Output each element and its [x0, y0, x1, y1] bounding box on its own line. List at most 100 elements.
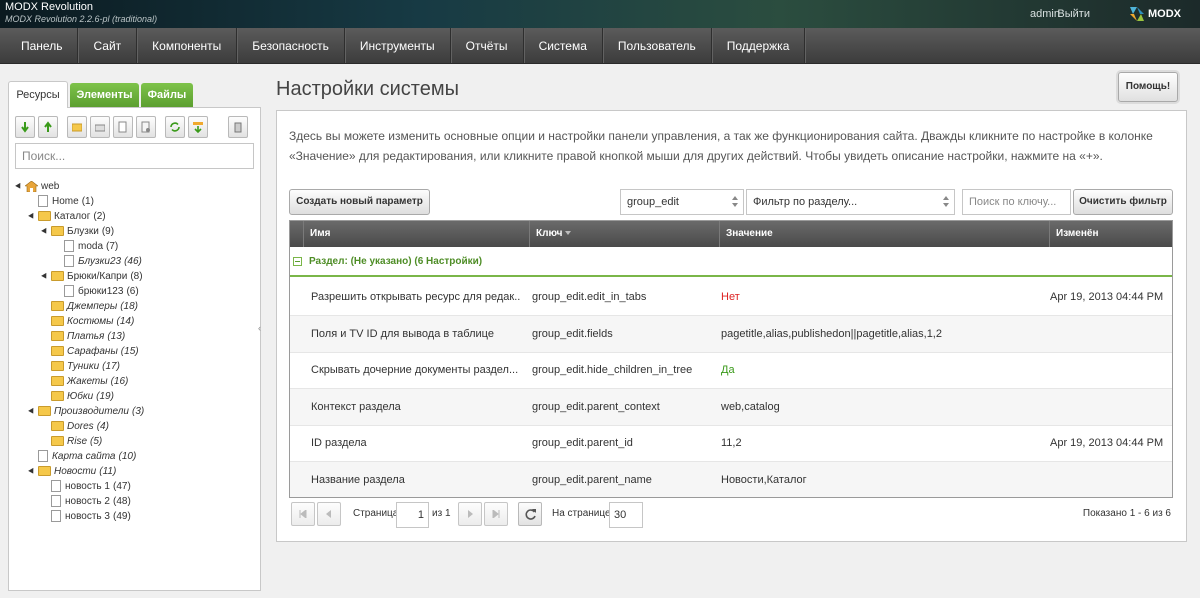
table-row[interactable]: ID раздела group_edit.parent_id 11,2 Apr 19… [290, 425, 1172, 462]
column-key[interactable]: Ключ [529, 221, 719, 247]
tree-node[interactable]: Новости (11) [28, 464, 116, 479]
nav-item-3[interactable]: Безопасность [237, 28, 345, 63]
tree-node[interactable]: web [15, 179, 59, 194]
nav-item-8[interactable]: Поддержка [712, 28, 806, 63]
expand-arrow-icon[interactable] [15, 182, 23, 191]
expand-arrow-icon[interactable] [41, 272, 49, 281]
new-document-button[interactable] [113, 116, 133, 138]
table-row[interactable]: Разрешить открывать ресурс для редак... g… [290, 279, 1172, 316]
last-page-button[interactable] [484, 502, 508, 526]
clear-filter-button[interactable]: Очистить фильтр [1073, 189, 1173, 215]
area-filter-placeholder: Фильтр по разделу... [753, 196, 858, 208]
tree-node[interactable]: Rise (5) [42, 434, 102, 449]
expand-arrow-icon[interactable] [28, 212, 36, 221]
tree-node[interactable]: Блузки23 (46) [55, 254, 142, 269]
folder-icon [38, 466, 51, 477]
tree-node-count: (2) [93, 211, 106, 222]
expand-arrow-icon[interactable] [28, 407, 36, 416]
cell-value[interactable]: pagetitle,alias,publishedon||pagetitle,a… [721, 316, 1046, 352]
collapse-group-icon[interactable] [293, 257, 302, 266]
refresh-tree-button[interactable] [165, 116, 185, 138]
table-row[interactable]: Название раздела group_edit.parent_name Но… [290, 461, 1172, 498]
column-value[interactable]: Значение [719, 221, 1049, 247]
tree-node[interactable]: Каталог (2) [28, 209, 106, 224]
nav-item-1[interactable]: Сайт [78, 28, 138, 63]
tree-node[interactable]: Dores (4) [42, 419, 109, 434]
tree-node[interactable]: Жакеты (16) [42, 374, 128, 389]
refresh-grid-button[interactable] [518, 502, 542, 526]
page-number-input[interactable]: 1 [396, 502, 429, 528]
tree-search-input[interactable]: Поиск... [15, 143, 254, 169]
tree-node[interactable]: Карта сайта (10) [29, 449, 136, 464]
cell-value[interactable]: Нет [721, 279, 1046, 315]
namespace-filter[interactable]: group_edit [620, 189, 744, 215]
new-document-icon [118, 121, 127, 133]
tree-node-count: (7) [106, 241, 119, 252]
tree-node[interactable]: новость 1 (47) [42, 479, 131, 494]
folder-icon [51, 346, 64, 357]
tab-elements[interactable]: Элементы [70, 83, 139, 108]
create-setting-button[interactable]: Создать новый параметр [289, 189, 430, 215]
expand-button[interactable] [15, 116, 35, 138]
key-search-input[interactable]: Поиск по ключу... [962, 189, 1071, 215]
table-row[interactable]: Скрывать дочерние документы раздел... gro… [290, 352, 1172, 389]
tree-node[interactable]: новость 2 (48) [42, 494, 131, 509]
cell-value[interactable]: Да [721, 352, 1046, 388]
nav-item-4[interactable]: Инструменты [345, 28, 451, 63]
first-page-button[interactable] [291, 502, 315, 526]
panel-collapse-handle[interactable]: ‹ [258, 323, 262, 349]
user-link[interactable]: admin [1030, 8, 1060, 20]
next-page-button[interactable] [458, 502, 482, 526]
column-modified[interactable]: Изменён [1049, 221, 1172, 247]
logout-link[interactable]: Выйти [1057, 8, 1090, 20]
trash-button[interactable] [228, 116, 248, 138]
tree-node-label: Жакеты [67, 376, 108, 387]
sort-tree-button[interactable] [188, 116, 208, 138]
nav-item-6[interactable]: Система [524, 28, 603, 63]
document-icon [38, 195, 48, 208]
tree-node[interactable]: Костюмы (14) [42, 314, 134, 329]
tree-node[interactable]: Блузки (9) [41, 224, 114, 239]
tree-node[interactable]: брюки123 (6) [55, 284, 139, 299]
home-icon [24, 180, 39, 193]
prev-page-button[interactable] [317, 502, 341, 526]
new-folder-button[interactable] [67, 116, 87, 138]
modx-logo[interactable]: MODX [1128, 5, 1188, 23]
tree-node[interactable]: Home (1) [29, 194, 94, 209]
new-weblink-button[interactable] [90, 116, 110, 138]
per-page-input[interactable]: 30 [609, 502, 643, 528]
column-name[interactable]: Имя [303, 221, 529, 247]
tree-node[interactable]: новость 3 (49) [42, 509, 131, 524]
area-filter[interactable]: Фильтр по разделу... [746, 189, 955, 215]
nav-item-5[interactable]: Отчёты [451, 28, 524, 63]
expand-arrow-icon[interactable] [28, 467, 36, 476]
new-static-button[interactable] [136, 116, 156, 138]
tree-node[interactable]: Туники (17) [42, 359, 120, 374]
collapse-button[interactable] [38, 116, 58, 138]
table-row[interactable]: Поля и TV ID для вывода в таблице group_e… [290, 315, 1172, 353]
tree-node[interactable]: Платья (13) [42, 329, 125, 344]
expand-arrow-icon[interactable] [41, 227, 49, 236]
tree-node[interactable]: Юбки (19) [42, 389, 114, 404]
combo-arrows-icon [943, 196, 949, 208]
tree-node-label: Производители [54, 406, 129, 417]
tab-files[interactable]: Файлы [141, 83, 193, 108]
tree-node[interactable]: Джемперы (18) [42, 299, 138, 314]
tree-node-label: Туники [67, 361, 100, 372]
help-button[interactable]: Помощь! [1118, 72, 1178, 102]
tree-node[interactable]: Производители (3) [28, 404, 144, 419]
tab-resources[interactable]: Ресурсы [8, 81, 68, 108]
nav-item-7[interactable]: Пользователь [603, 28, 712, 63]
tree-node[interactable]: moda (7) [55, 239, 118, 254]
group-header[interactable]: Раздел: (Не указано) (6 Настройки) [290, 247, 1172, 277]
table-row[interactable]: Контекст раздела group_edit.parent_contex… [290, 388, 1172, 426]
cell-value[interactable]: web,catalog [721, 389, 1046, 425]
tree-node[interactable]: Брюки/Капри (8) [41, 269, 143, 284]
cell-value[interactable]: Новости,Каталог [721, 462, 1046, 498]
nav-item-0[interactable]: Панель [6, 28, 79, 63]
folder-icon [51, 421, 64, 432]
tree-node[interactable]: Сарафаны (15) [42, 344, 139, 359]
folder-icon [51, 301, 64, 312]
nav-item-2[interactable]: Компоненты [137, 28, 238, 63]
cell-value[interactable]: 11,2 [721, 425, 1046, 461]
